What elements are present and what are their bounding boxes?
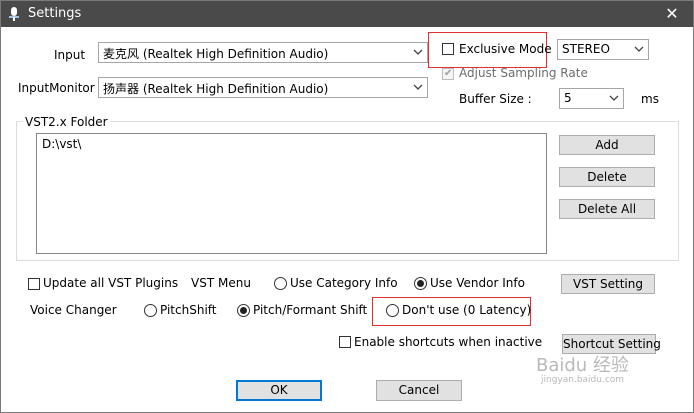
enable-shortcuts-checkbox[interactable] xyxy=(339,336,351,348)
buffer-size-select[interactable]: 5 xyxy=(559,88,624,109)
update-all-vst-checkbox[interactable] xyxy=(28,278,40,290)
chevron-down-icon xyxy=(413,84,423,90)
vst-setting-button[interactable]: VST Setting xyxy=(561,274,655,294)
dont-use-label: Don't use (0 Latency) xyxy=(402,303,532,317)
delete-all-folders-button[interactable]: Delete All xyxy=(559,199,655,219)
vst-folder-list[interactable]: D:\vst\ xyxy=(36,133,547,254)
input-device-value: 麦克风 (Realtek High Definition Audio) xyxy=(103,47,329,61)
input-monitor-select[interactable]: 扬声器 (Realtek High Definition Audio) xyxy=(98,77,428,98)
radio-selected-dot xyxy=(240,307,247,314)
window-title: Settings xyxy=(28,6,82,21)
adjust-sampling-checkbox[interactable]: ✔ xyxy=(442,68,454,80)
buffer-size-value: 5 xyxy=(564,91,572,105)
input-monitor-value: 扬声器 (Realtek High Definition Audio) xyxy=(103,82,329,96)
vst-folder-label: VST2.x Folder xyxy=(23,115,110,129)
pitch-formant-radio[interactable] xyxy=(237,304,250,317)
cancel-button[interactable]: Cancel xyxy=(376,380,462,401)
settings-window: Settings ✕ Input 麦克风 (Realtek High Defin… xyxy=(0,0,694,413)
settings-content: Input 麦克风 (Realtek High Definition Audio… xyxy=(1,27,693,412)
ok-button[interactable]: OK xyxy=(236,380,322,401)
enable-shortcuts-label: Enable shortcuts when inactive xyxy=(354,335,543,349)
update-all-vst-label: Update all VST Plugins xyxy=(43,276,179,290)
baidu-watermark: Baidu 经验 xyxy=(536,355,629,376)
delete-folder-button[interactable]: Delete xyxy=(559,167,655,187)
use-category-radio[interactable] xyxy=(274,277,287,290)
pitchshift-radio[interactable] xyxy=(144,304,157,317)
buffer-size-label: Buffer Size : xyxy=(459,92,532,106)
microphone-app-icon xyxy=(9,7,19,21)
chevron-down-icon xyxy=(634,46,644,52)
list-item[interactable]: D:\vst\ xyxy=(42,137,81,151)
dont-use-radio[interactable] xyxy=(386,304,399,317)
adjust-sampling-label: Adjust Sampling Rate xyxy=(459,66,588,80)
input-device-select[interactable]: 麦克风 (Realtek High Definition Audio) xyxy=(98,42,428,63)
pitchshift-label: PitchShift xyxy=(160,303,217,317)
use-vendor-radio[interactable] xyxy=(414,277,427,290)
add-folder-button[interactable]: Add xyxy=(559,135,655,155)
baidu-watermark-url: jingyan.baidu.com xyxy=(541,375,625,385)
input-label: Input xyxy=(54,48,86,62)
channel-mode-value: STEREO xyxy=(562,42,610,56)
buffer-unit-label: ms xyxy=(641,92,659,106)
exclusive-mode-label: Exclusive Mode xyxy=(459,42,552,56)
checkmark-icon: ✔ xyxy=(444,68,453,79)
exclusive-mode-checkbox[interactable] xyxy=(442,43,454,55)
pitch-formant-label: Pitch/Formant Shift xyxy=(253,303,368,317)
voice-changer-label: Voice Changer xyxy=(30,303,117,317)
input-monitor-label: InputMonitor xyxy=(18,81,95,95)
chevron-down-icon xyxy=(413,49,423,55)
use-category-label: Use Category Info xyxy=(290,276,398,290)
close-icon[interactable]: ✕ xyxy=(657,3,687,25)
chevron-down-icon xyxy=(609,95,619,101)
title-bar[interactable]: Settings ✕ xyxy=(1,1,693,27)
channel-mode-select[interactable]: STEREO xyxy=(557,39,649,60)
radio-selected-dot xyxy=(417,280,424,287)
use-vendor-label: Use Vendor Info xyxy=(430,276,525,290)
vst-menu-label: VST Menu xyxy=(191,276,251,290)
